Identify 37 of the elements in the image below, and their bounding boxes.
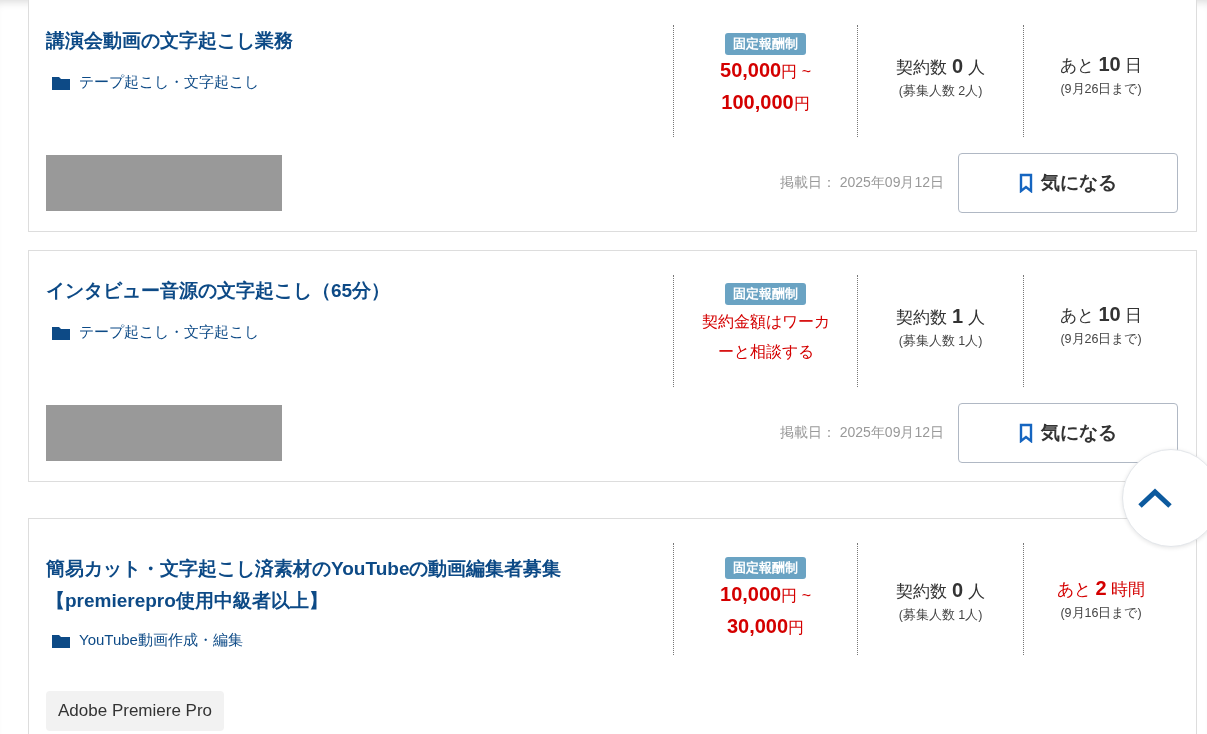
recruit-count: (募集人数 2人) <box>898 83 983 100</box>
contract-count: 契約数 0 人 <box>896 579 985 603</box>
recruit-count: (募集人数 1人) <box>898 607 983 624</box>
price-text: 契約金額はワーカーと相談する <box>700 312 831 362</box>
folder-icon <box>51 74 71 91</box>
deadline-date: (9月26日まで) <box>1060 81 1142 98</box>
favorite-button[interactable]: 気になる <box>958 403 1178 463</box>
posted-date: 掲載日： 2025年09月12日 <box>779 424 944 442</box>
price-text: 100,000円 <box>721 90 810 115</box>
category-link[interactable]: テープ起こし・文字起こし <box>79 323 259 342</box>
folder-icon <box>51 324 71 341</box>
time-remaining: あと 10 日 <box>1059 53 1143 77</box>
job-title[interactable]: インタビュー音源の文字起こし（65分） <box>46 275 673 307</box>
pay-type-badge: 固定報酬制 <box>725 33 806 55</box>
price-text: 30,000円 <box>726 614 805 639</box>
time-remaining: あと 10 日 <box>1059 303 1143 327</box>
pay-type-badge: 固定報酬制 <box>725 557 806 579</box>
recruit-count: (募集人数 1人) <box>898 333 983 350</box>
time-remaining: あと 2 時間 <box>1056 577 1146 601</box>
skill-tag: Adobe Premiere Pro <box>46 691 225 731</box>
posted-date: 掲載日： 2025年09月12日 <box>779 174 944 192</box>
price-text: 10,000円 ~ <box>720 582 811 607</box>
category-link[interactable]: テープ起こし・文字起こし <box>79 73 259 92</box>
folder-icon <box>51 632 71 649</box>
contract-count: 契約数 0 人 <box>896 55 985 79</box>
favorite-button[interactable]: 気になる <box>958 153 1178 213</box>
deadline-date: (9月16日まで) <box>1060 605 1142 622</box>
contract-count: 契約数 1 人 <box>896 305 985 329</box>
job-title[interactable]: 簡易カット・文字起こし済素材のYouTubeの動画編集者募集【premierepro使用中級者以上】 <box>46 553 673 617</box>
chevron-up-icon <box>1137 487 1173 509</box>
price-text: 50,000円 ~ <box>720 58 811 83</box>
pay-type-badge: 固定報酬制 <box>725 283 806 305</box>
category-link[interactable]: YouTube動画作成・編集 <box>79 631 243 650</box>
deadline-date: (9月26日まで) <box>1060 331 1142 348</box>
bookmark-icon <box>1019 173 1033 193</box>
job-title[interactable]: 講演会動画の文字起こし業務 <box>46 25 673 57</box>
bookmark-icon <box>1019 423 1033 443</box>
